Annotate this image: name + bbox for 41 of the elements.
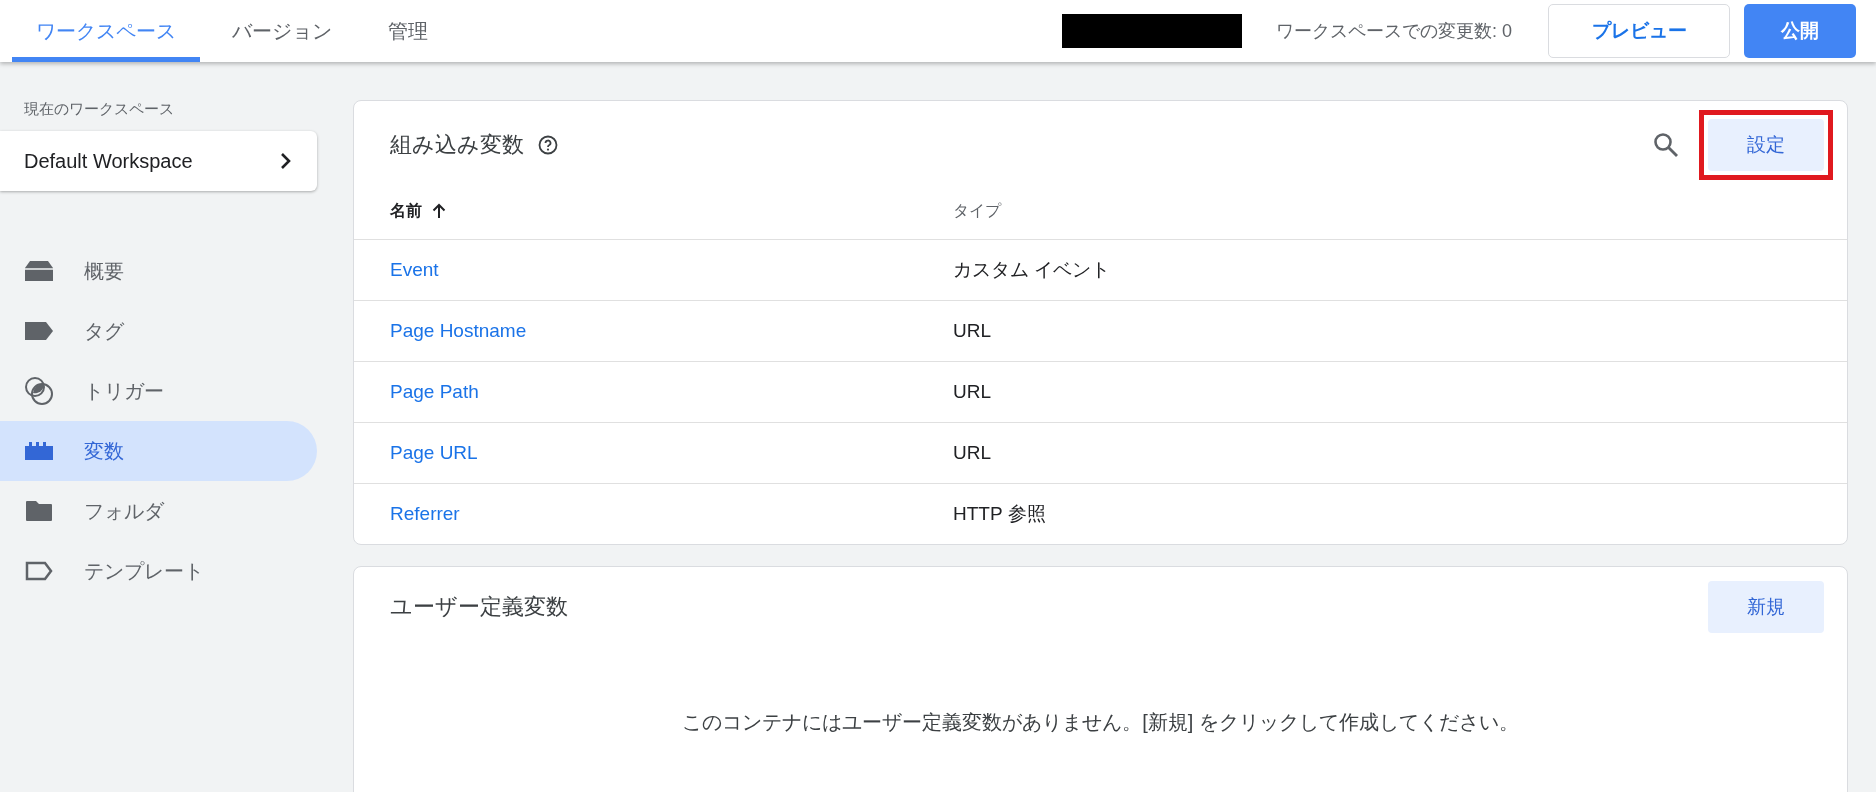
sidebar-item[interactable]: トリガー xyxy=(0,361,317,421)
settings-button[interactable]: 設定 xyxy=(1708,119,1824,171)
table-cell-text: HTTP 参照 xyxy=(953,502,1046,526)
workspace-label: 現在のワークスペース xyxy=(23,99,175,119)
search-icon[interactable] xyxy=(1653,132,1679,158)
column-header[interactable]: タイプ xyxy=(953,200,1001,222)
sidebar-item[interactable]: フォルダ xyxy=(0,481,317,541)
table-cell: URL xyxy=(953,320,991,342)
folder-icon xyxy=(24,500,54,522)
column-header[interactable]: 名前 xyxy=(390,200,953,222)
nav-tab[interactable]: 管理 xyxy=(364,0,452,62)
table-cell: URL xyxy=(953,442,991,464)
card-title: 組み込み変数 xyxy=(390,131,524,159)
variable-link[interactable]: Referrer xyxy=(390,503,460,525)
variable-link[interactable]: Page Path xyxy=(390,381,479,403)
change-count: ワークスペースでの変更数: 0 xyxy=(1276,20,1512,43)
brick-icon xyxy=(24,441,54,461)
variable-link[interactable]: Page Hostname xyxy=(390,320,527,342)
help-icon xyxy=(538,135,558,155)
sidebar-item[interactable]: 概要 xyxy=(0,241,317,301)
publish-button[interactable]: 公開 xyxy=(1744,4,1856,58)
sidebar-item[interactable]: タグ xyxy=(0,301,317,361)
sidebar-item[interactable]: テンプレート xyxy=(0,541,317,601)
preview-button[interactable]: プレビュー xyxy=(1548,4,1730,58)
sidebar-item[interactable]: 変数 xyxy=(0,421,317,481)
nav-tab[interactable]: バージョン xyxy=(208,0,356,62)
tag-outline-icon xyxy=(24,561,54,581)
nav-tab[interactable]: ワークスペース xyxy=(12,0,200,62)
overlapping-circles-icon xyxy=(24,376,54,406)
chevron-right-icon xyxy=(279,152,293,170)
variable-link[interactable]: Page URL xyxy=(390,442,478,464)
card-title: ユーザー定義変数 xyxy=(390,593,568,621)
variable-link[interactable]: Event xyxy=(390,259,439,281)
workspace-selector[interactable]: Default Workspace xyxy=(0,131,317,191)
tag-icon xyxy=(24,321,54,341)
new-button[interactable]: 新規 xyxy=(1708,581,1824,633)
table-cell: URL xyxy=(953,381,991,403)
table-cell-text: カスタム イベント xyxy=(953,258,1111,282)
arrow-up-icon xyxy=(432,203,446,219)
empty-message: このコンテナにはユーザー定義変数がありません。[新規] をクリックして作成してください。 xyxy=(681,710,1520,735)
tray-icon xyxy=(24,260,54,282)
